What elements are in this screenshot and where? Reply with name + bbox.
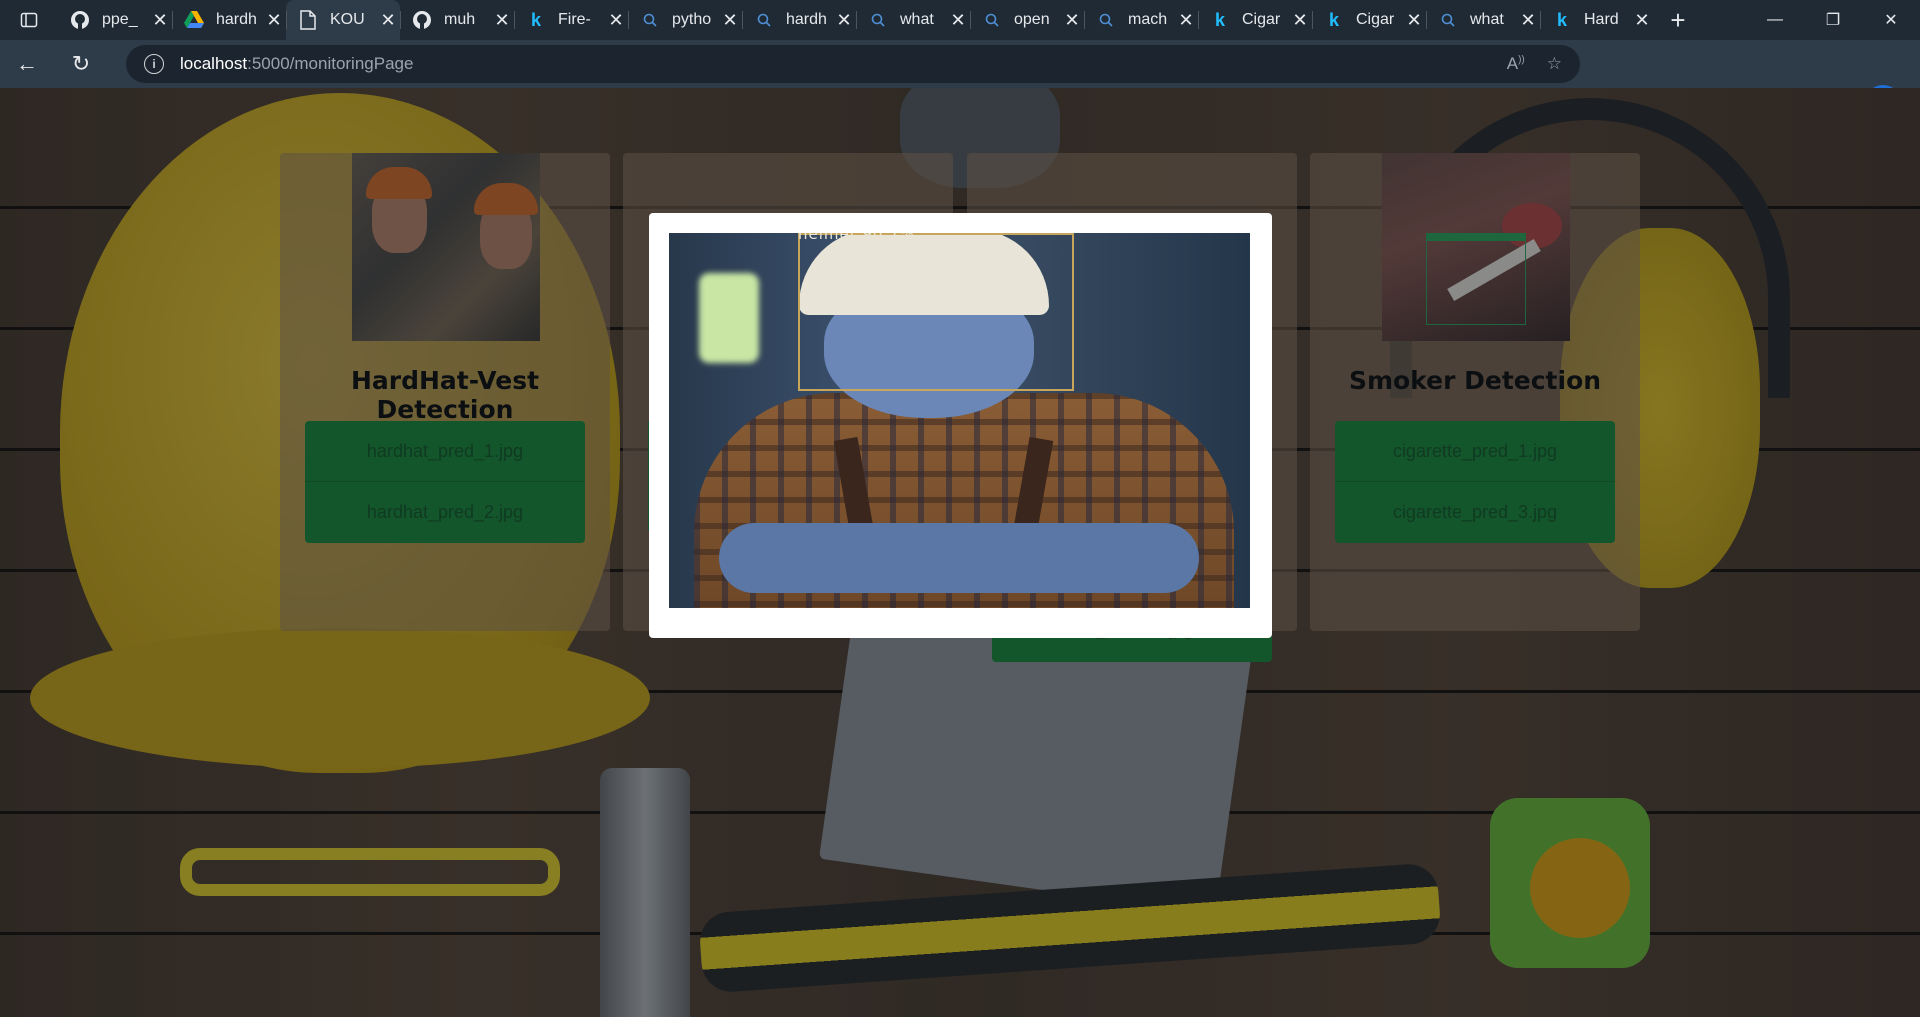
close-tab-icon[interactable]: ✕: [262, 10, 286, 31]
close-tab-icon[interactable]: ✕: [1402, 10, 1426, 31]
close-tab-icon[interactable]: ✕: [718, 10, 742, 31]
read-aloud-icon[interactable]: A)): [1507, 54, 1525, 74]
restore-icon: ❐: [1825, 12, 1841, 29]
minimize-icon: —: [1767, 11, 1783, 28]
browser-tab[interactable]: k Cigar ✕: [1312, 0, 1426, 40]
browser-tab[interactable]: muh ✕: [400, 0, 514, 40]
tab-title: Cigar: [1242, 11, 1281, 28]
kaggle-icon: k: [1556, 9, 1567, 30]
back-arrow-icon: ←: [16, 51, 38, 76]
close-tab-icon[interactable]: ✕: [376, 10, 400, 31]
back-button[interactable]: ←: [0, 40, 54, 88]
browser-tab-active[interactable]: KOU ✕: [286, 0, 400, 40]
tab-title: pytho: [672, 11, 712, 28]
browser-tab[interactable]: ppe_ ✕: [58, 0, 172, 40]
tab-bar: ppe_ ✕ hardh ✕ KOU ✕ muh ✕ k Fire- ✕ pyt…: [0, 0, 1920, 40]
search-icon: [868, 10, 888, 30]
search-icon: [754, 10, 774, 30]
prediction-image: helmet 90.7%: [669, 233, 1250, 608]
close-tab-icon[interactable]: ✕: [148, 10, 172, 31]
close-tab-icon[interactable]: ✕: [946, 10, 970, 31]
close-tab-icon[interactable]: ✕: [832, 10, 856, 31]
detection-label: helmet 90.7%: [798, 233, 916, 243]
page-icon: [298, 10, 318, 30]
close-icon: ✕: [1884, 12, 1898, 29]
tab-actions-button[interactable]: [0, 0, 58, 40]
url-path: :5000/monitoringPage: [247, 54, 414, 73]
address-bar-row: ← ↻ i localhost:5000/monitoringPage A)) …: [0, 40, 1920, 123]
browser-tab[interactable]: mach ✕: [1084, 0, 1198, 40]
browser-tab[interactable]: hardh ✕: [742, 0, 856, 40]
close-tab-icon[interactable]: ✕: [1630, 10, 1654, 31]
refresh-icon: ↻: [71, 51, 91, 76]
close-tab-icon[interactable]: ✕: [1516, 10, 1540, 31]
url-host: localhost: [180, 54, 248, 73]
tab-title: mach: [1128, 11, 1168, 28]
tab-title: ppe_: [102, 11, 138, 28]
search-icon: [1438, 10, 1458, 30]
github-icon: [412, 10, 432, 30]
refresh-button[interactable]: ↻: [54, 40, 108, 88]
window-controls: — ❐ ✕: [1746, 0, 1920, 40]
site-info-icon[interactable]: i: [144, 54, 164, 74]
tab-title: hardh: [786, 11, 827, 28]
tab-title: Fire-: [558, 11, 591, 28]
tab-title: KOU: [330, 11, 365, 28]
url-field[interactable]: i localhost:5000/monitoringPage A)) ☆: [126, 45, 1580, 83]
kaggle-icon: k: [1328, 9, 1339, 30]
github-icon: [70, 10, 90, 30]
close-tab-icon[interactable]: ✕: [1174, 10, 1198, 31]
detection-bounding-box: [798, 233, 1074, 391]
browser-tab[interactable]: k Fire- ✕: [514, 0, 628, 40]
browser-tab[interactable]: what ✕: [1426, 0, 1540, 40]
close-window-button[interactable]: ✕: [1862, 0, 1920, 40]
new-tab-button[interactable]: +: [1654, 0, 1702, 40]
tab-title: what: [1470, 11, 1504, 28]
close-tab-icon[interactable]: ✕: [1288, 10, 1312, 31]
search-icon: [1096, 10, 1116, 30]
image-preview-modal: helmet 90.7%: [649, 213, 1272, 638]
monitoring-page: HardHat-Vest Detection hardhat_pred_1.jp…: [0, 88, 1920, 1017]
close-tab-icon[interactable]: ✕: [1060, 10, 1084, 31]
tab-title: Hard: [1584, 11, 1619, 28]
kaggle-icon: k: [530, 9, 541, 30]
close-tab-icon[interactable]: ✕: [490, 10, 514, 31]
browser-tab[interactable]: what ✕: [856, 0, 970, 40]
browser-tab[interactable]: hardh ✕: [172, 0, 286, 40]
browser-tab[interactable]: pytho ✕: [628, 0, 742, 40]
google-drive-icon: [184, 10, 204, 30]
tab-title: muh: [444, 11, 476, 28]
search-icon: [982, 10, 1002, 30]
favorite-star-icon[interactable]: ☆: [1547, 54, 1562, 74]
tab-title: open: [1014, 11, 1050, 28]
tab-title: Cigar: [1356, 11, 1395, 28]
close-tab-icon[interactable]: ✕: [604, 10, 628, 31]
restore-button[interactable]: ❐: [1804, 0, 1862, 40]
search-icon: [640, 10, 660, 30]
minimize-button[interactable]: —: [1746, 0, 1804, 40]
url-field-actions: A)) ☆: [1507, 45, 1562, 83]
plus-icon: +: [1670, 4, 1686, 35]
kaggle-icon: k: [1214, 9, 1225, 30]
tab-actions-icon: [20, 12, 38, 28]
browser-tab[interactable]: k Cigar ✕: [1198, 0, 1312, 40]
tab-title: what: [900, 11, 934, 28]
browser-tab[interactable]: open ✕: [970, 0, 1084, 40]
browser-tab[interactable]: k Hard ✕: [1540, 0, 1654, 40]
tab-title: hardh: [216, 11, 257, 28]
